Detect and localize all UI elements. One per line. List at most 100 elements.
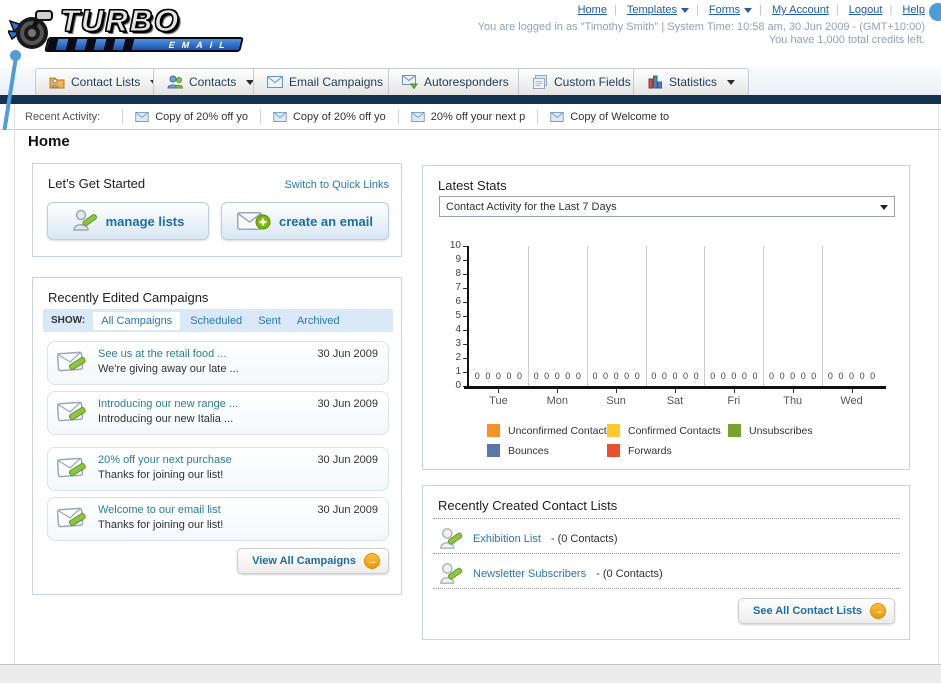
campaign-date: 30 Jun 2009 <box>317 398 378 410</box>
legend-swatch <box>487 424 500 437</box>
header-link-logout[interactable]: Logout <box>849 4 900 16</box>
email-campaigns-icon <box>267 76 283 88</box>
recent-activity-item[interactable]: 20% off your next p <box>397 108 538 125</box>
contact-list-row: Exhibition List - (0 Contacts) <box>439 525 618 553</box>
recent-campaigns-title: Recently Edited Campaigns <box>48 290 209 305</box>
legend-swatch <box>607 424 620 437</box>
chevron-down-icon <box>681 7 689 13</box>
campaign-subtitle: Introducing our new Italia ... <box>98 413 234 425</box>
filter-all-campaigns[interactable]: All Campaigns <box>93 311 181 330</box>
statistics-icon <box>648 75 662 89</box>
edit-list-icon <box>440 563 463 584</box>
edited-email-icon <box>57 507 86 528</box>
filter-label: SHOW: <box>51 315 86 326</box>
campaign-subtitle: We're giving away our late ... <box>98 363 239 375</box>
legend-swatch <box>607 444 620 457</box>
edited-email-icon <box>57 457 86 478</box>
filter-archived[interactable]: Archived <box>297 315 340 327</box>
legend-item: Bounces <box>487 444 607 457</box>
campaign-title-link[interactable]: See us at the retail food ... <box>98 348 226 360</box>
select-arrow-icon <box>880 205 888 210</box>
email-icon <box>550 111 564 122</box>
campaign-subtitle: Thanks for joining our list! <box>98 469 224 481</box>
legend-item: Unsubscribes <box>728 424 813 437</box>
legend-item: Forwards <box>607 444 728 457</box>
dotted-divider <box>433 553 899 554</box>
contact-lists-title: Recently Created Contact Lists <box>438 498 618 513</box>
navy-divider-bar <box>0 95 941 104</box>
view-all-campaigns-button[interactable]: View All Campaigns → <box>237 548 389 574</box>
contact-list-row: Newsletter Subscribers - (0 Contacts) <box>439 560 663 588</box>
contact-activity-chart: 0 1 2 3 4 5 6 7 8 9 10 0 0 0 0 0 Tue 0 0 0 0 0 Mon 0 0 0 0 0 Sun 0 0 0 0… <box>437 232 897 418</box>
contact-lists-panel: Recently Created Contact Lists Exhibitio… <box>422 485 910 640</box>
legend-item: Confirmed Contacts <box>607 424 728 437</box>
edited-email-icon <box>57 351 86 372</box>
header: TURBO EMAIL Home Templates Forms My Acco… <box>0 0 941 68</box>
decorative-dot <box>929 3 941 21</box>
logo-stripes <box>46 39 138 50</box>
header-link-templates[interactable]: Templates <box>627 4 706 16</box>
contacts-icon <box>167 75 183 89</box>
recent-campaigns-panel: Recently Edited Campaigns SHOW: All Camp… <box>32 277 402 595</box>
email-icon <box>135 111 149 122</box>
chevron-down-icon <box>727 79 736 85</box>
edit-list-icon <box>440 528 463 549</box>
header-links: Home Templates Forms My Account Logout H… <box>578 4 925 16</box>
app-logo[interactable]: TURBO EMAIL <box>8 3 248 59</box>
tab-contact-lists[interactable]: Contact Lists <box>35 68 173 95</box>
autoresponders-icon <box>402 75 418 89</box>
app-window: TURBO EMAIL Home Templates Forms My Acco… <box>0 0 941 683</box>
campaign-row: Welcome to our email list Thanks for joi… <box>47 497 389 541</box>
contact-list-count: - (0 Contacts) <box>550 533 618 545</box>
campaign-title-link[interactable]: Welcome to our email list <box>98 504 221 516</box>
get-started-panel: Let's Get Started Switch to Quick Links … <box>32 163 402 257</box>
tab-contacts[interactable]: Contacts <box>153 68 269 95</box>
recent-activity-label: Recent Activity: <box>25 110 101 123</box>
email-icon <box>273 111 287 122</box>
legend-item: Unconfirmed Contacts <box>487 424 612 437</box>
campaign-filter-bar: SHOW: All Campaigns Scheduled Sent Archi… <box>43 309 393 332</box>
chart-legend: Unconfirmed Contacts Confirmed Contacts Un… <box>487 424 813 457</box>
campaign-date: 30 Jun 2009 <box>317 454 378 466</box>
legend-swatch <box>487 444 500 457</box>
campaign-title-link[interactable]: 20% off your next purchase <box>98 454 232 466</box>
arrow-right-icon: → <box>364 553 380 569</box>
edited-email-icon <box>57 401 86 422</box>
campaign-title-link[interactable]: Introducing our new range ... <box>98 398 238 410</box>
chevron-down-icon <box>744 7 753 13</box>
filter-scheduled[interactable]: Scheduled <box>190 315 242 327</box>
header-link-my-account[interactable]: My Account <box>772 4 846 16</box>
manage-lists-button[interactable]: manage lists <box>47 202 209 240</box>
campaign-date: 30 Jun 2009 <box>317 348 378 360</box>
contact-list-link[interactable]: Newsletter Subscribers <box>473 568 586 580</box>
recent-activity-item[interactable]: Copy of 20% off yo <box>122 108 260 125</box>
recent-activity-item[interactable]: Copy of 20% off yo <box>259 108 398 125</box>
switch-to-quick-links[interactable]: Switch to Quick Links <box>284 179 389 191</box>
credits-text: You have 1,000 total credits left. <box>768 34 925 46</box>
dotted-divider <box>433 518 899 519</box>
contact-list-link[interactable]: Exhibition List <box>473 533 541 545</box>
tab-statistics[interactable]: Statistics <box>633 68 750 95</box>
header-link-forms[interactable]: Forms <box>709 4 769 16</box>
filter-sent[interactable]: Sent <box>258 315 281 327</box>
arrow-right-icon: → <box>870 603 886 619</box>
header-link-home[interactable]: Home <box>578 4 624 16</box>
campaign-row: See us at the retail food ... We're givi… <box>47 341 389 385</box>
latest-stats-panel: Latest Stats Contact Activity for the La… <box>422 165 910 470</box>
create-email-icon <box>237 212 271 230</box>
campaign-row: Introducing our new range ... Introducin… <box>47 391 389 435</box>
logo-title: TURBO <box>59 3 181 39</box>
manage-lists-icon <box>72 209 97 231</box>
campaign-subtitle: Thanks for joining our list! <box>98 519 224 531</box>
header-link-help[interactable]: Help <box>902 4 925 16</box>
recent-activity-item[interactable]: Copy of Welcome to <box>537 108 681 125</box>
contact-list-count: - (0 Contacts) <box>596 568 663 580</box>
create-email-button[interactable]: create an email <box>221 202 389 240</box>
legend-swatch <box>728 424 741 437</box>
email-icon <box>411 111 425 122</box>
footer-strip <box>0 664 941 683</box>
stats-report-select[interactable]: Contact Activity for the Last 7 Days <box>439 196 895 217</box>
campaign-row: 20% off your next purchase Thanks for jo… <box>47 447 389 491</box>
see-all-contact-lists-button[interactable]: See All Contact Lists → <box>737 598 895 624</box>
logo-subtitle: EMAIL <box>167 40 234 50</box>
